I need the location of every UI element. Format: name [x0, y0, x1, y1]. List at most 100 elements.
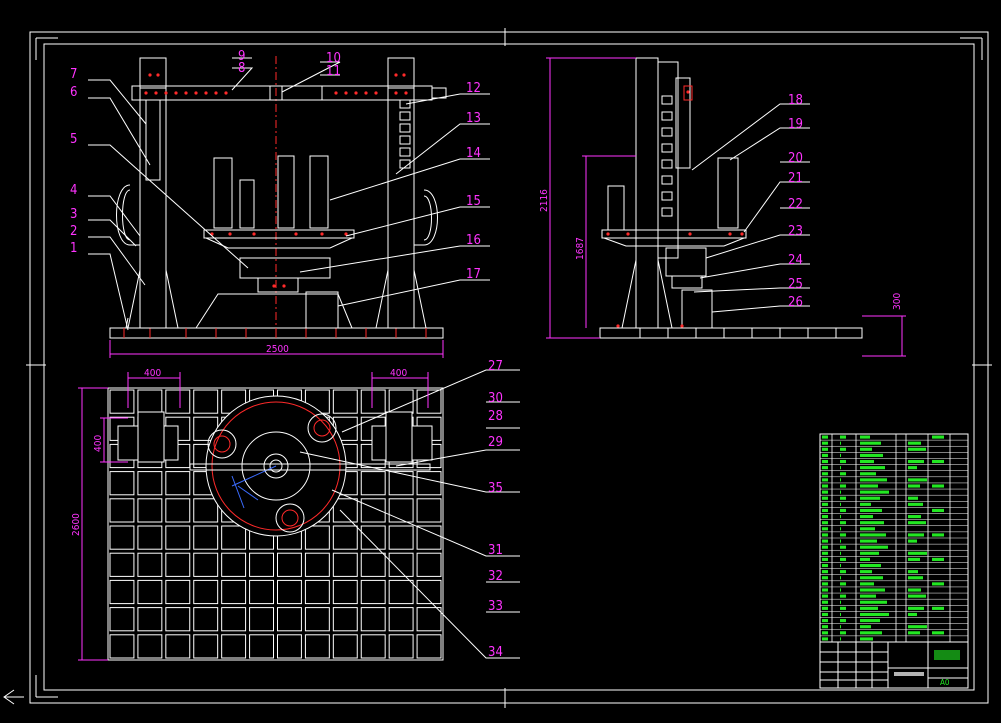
- plan-balloon: 35: [488, 481, 503, 496]
- parts-list-entry: [840, 545, 846, 549]
- parts-list-entry: [860, 625, 871, 629]
- side-balloon: 26: [788, 295, 803, 310]
- side-turntable-flange: [603, 237, 745, 247]
- plan-grid-cell: [360, 471, 386, 496]
- parts-list-entry: [822, 447, 828, 451]
- plan-grid-cell: [249, 552, 274, 577]
- side-dimensions: [546, 57, 906, 357]
- plan-grid-cell: [137, 607, 163, 632]
- plan-grid-cell: [193, 525, 219, 550]
- parts-list-entry: [840, 484, 846, 488]
- parts-list-entry: [860, 545, 888, 549]
- plan-grid-cell: [277, 552, 302, 577]
- parts-list-entry: [908, 515, 921, 519]
- plan-grid-cell: [388, 579, 414, 605]
- plan-grid-cell: [109, 552, 135, 577]
- plan-grid-cell: [304, 552, 330, 577]
- plan-grid-cell: [165, 579, 191, 605]
- cad-drawing-sheet: 1234567 89 1011121314151617 18192021222324…: [3, 28, 992, 708]
- parts-list-entry: [908, 539, 917, 543]
- plan-grid-cell: [332, 389, 358, 414]
- plan-left-offset-dimension: 400: [144, 368, 161, 379]
- plan-grid-cell: [165, 634, 191, 659]
- plan-grid-cell: [332, 634, 358, 659]
- parts-list-entry: [840, 447, 846, 451]
- plan-grid-cell: [416, 552, 442, 577]
- parts-list-entry: [860, 459, 874, 464]
- plan-grid-cell: [360, 498, 386, 523]
- plan-grid-cell: [360, 525, 386, 550]
- front-base-bolts: [123, 328, 427, 338]
- front-width-dimension: 2500: [266, 344, 289, 355]
- left-slide: [145, 99, 161, 181]
- parts-list-entry: [860, 472, 876, 476]
- parts-list-entry: [840, 435, 846, 439]
- plan-height-dimension: 2600: [71, 513, 82, 536]
- right-column-ladder: [399, 99, 411, 169]
- parts-list-entry: [908, 521, 926, 525]
- plan-grid-cell: [332, 552, 358, 577]
- turntable-base: [257, 277, 299, 293]
- side-fixture-post-left: [607, 185, 625, 231]
- plan-grid-cell: [193, 389, 219, 414]
- front-balloon: 7: [70, 67, 77, 82]
- parts-list-entry: [908, 612, 917, 617]
- fixture-post-2: [277, 155, 295, 229]
- parts-list-entry: [932, 533, 944, 537]
- plan-grid-cell: [388, 552, 414, 577]
- parts-list-entry: [908, 625, 927, 629]
- parts-list-entry: [840, 612, 841, 617]
- left-column: [139, 57, 167, 329]
- left-column-fillet: [125, 269, 179, 329]
- plan-balloon: 27: [488, 359, 503, 374]
- parts-list-entry: [840, 576, 841, 580]
- parts-list-entry: [822, 606, 828, 610]
- parts-list-entry: [908, 570, 918, 574]
- left-hook: [116, 184, 140, 246]
- parts-list-entry: [840, 478, 841, 482]
- side-view: [599, 57, 863, 339]
- side-balloon: 18: [788, 93, 803, 108]
- right-column: [387, 57, 415, 329]
- side-fixture-post: [717, 157, 739, 229]
- fixture-red-marks: [210, 232, 348, 288]
- parts-list-entry: [860, 478, 887, 482]
- plan-vertical-offset-dimension: 400: [93, 435, 104, 452]
- parts-list-entry: [840, 637, 841, 641]
- title-block-scale: A0: [940, 678, 950, 687]
- side-column-fillet: [621, 259, 673, 329]
- parts-list-entry: [822, 478, 828, 482]
- plan-grid-cell: [332, 525, 358, 550]
- front-balloon: 9: [238, 49, 245, 64]
- plan-grid-cell: [109, 389, 135, 414]
- right-drive-gear: [385, 411, 413, 463]
- parts-list-entry: [860, 515, 873, 519]
- side-inner-height-dimension: 1687: [575, 237, 586, 260]
- plan-grid-cell: [304, 525, 330, 550]
- plan-balloon: 30: [488, 391, 503, 406]
- front-balloon: 4: [70, 183, 77, 198]
- ucs-arrow: [3, 689, 24, 705]
- parts-list-entry: [822, 576, 828, 580]
- plan-balloon: 34: [488, 645, 503, 660]
- plan-grid-cell: [416, 525, 442, 550]
- parts-list-entry: [840, 453, 841, 457]
- parts-list-entry: [840, 472, 846, 476]
- parts-list-entry: [860, 582, 874, 586]
- parts-list-entry: [840, 557, 846, 561]
- parts-list-entry: [860, 496, 880, 500]
- plan-balloon: 28: [488, 409, 503, 424]
- parts-list-entry: [822, 637, 828, 641]
- front-balloon: 14: [466, 146, 481, 161]
- parts-list-entry: [860, 637, 873, 641]
- parts-list-entry: [860, 606, 878, 610]
- parts-list-entry: [822, 459, 828, 464]
- plan-grid-cell: [249, 579, 274, 605]
- plan-grid-cell: [221, 525, 247, 550]
- plan-grid-cell: [304, 579, 330, 605]
- parts-list-entry: [908, 533, 924, 537]
- parts-list-entry: [932, 508, 944, 513]
- plan-grid-cell: [221, 552, 247, 577]
- plan-grid-cell: [388, 607, 414, 632]
- parts-list-entry: [822, 594, 828, 598]
